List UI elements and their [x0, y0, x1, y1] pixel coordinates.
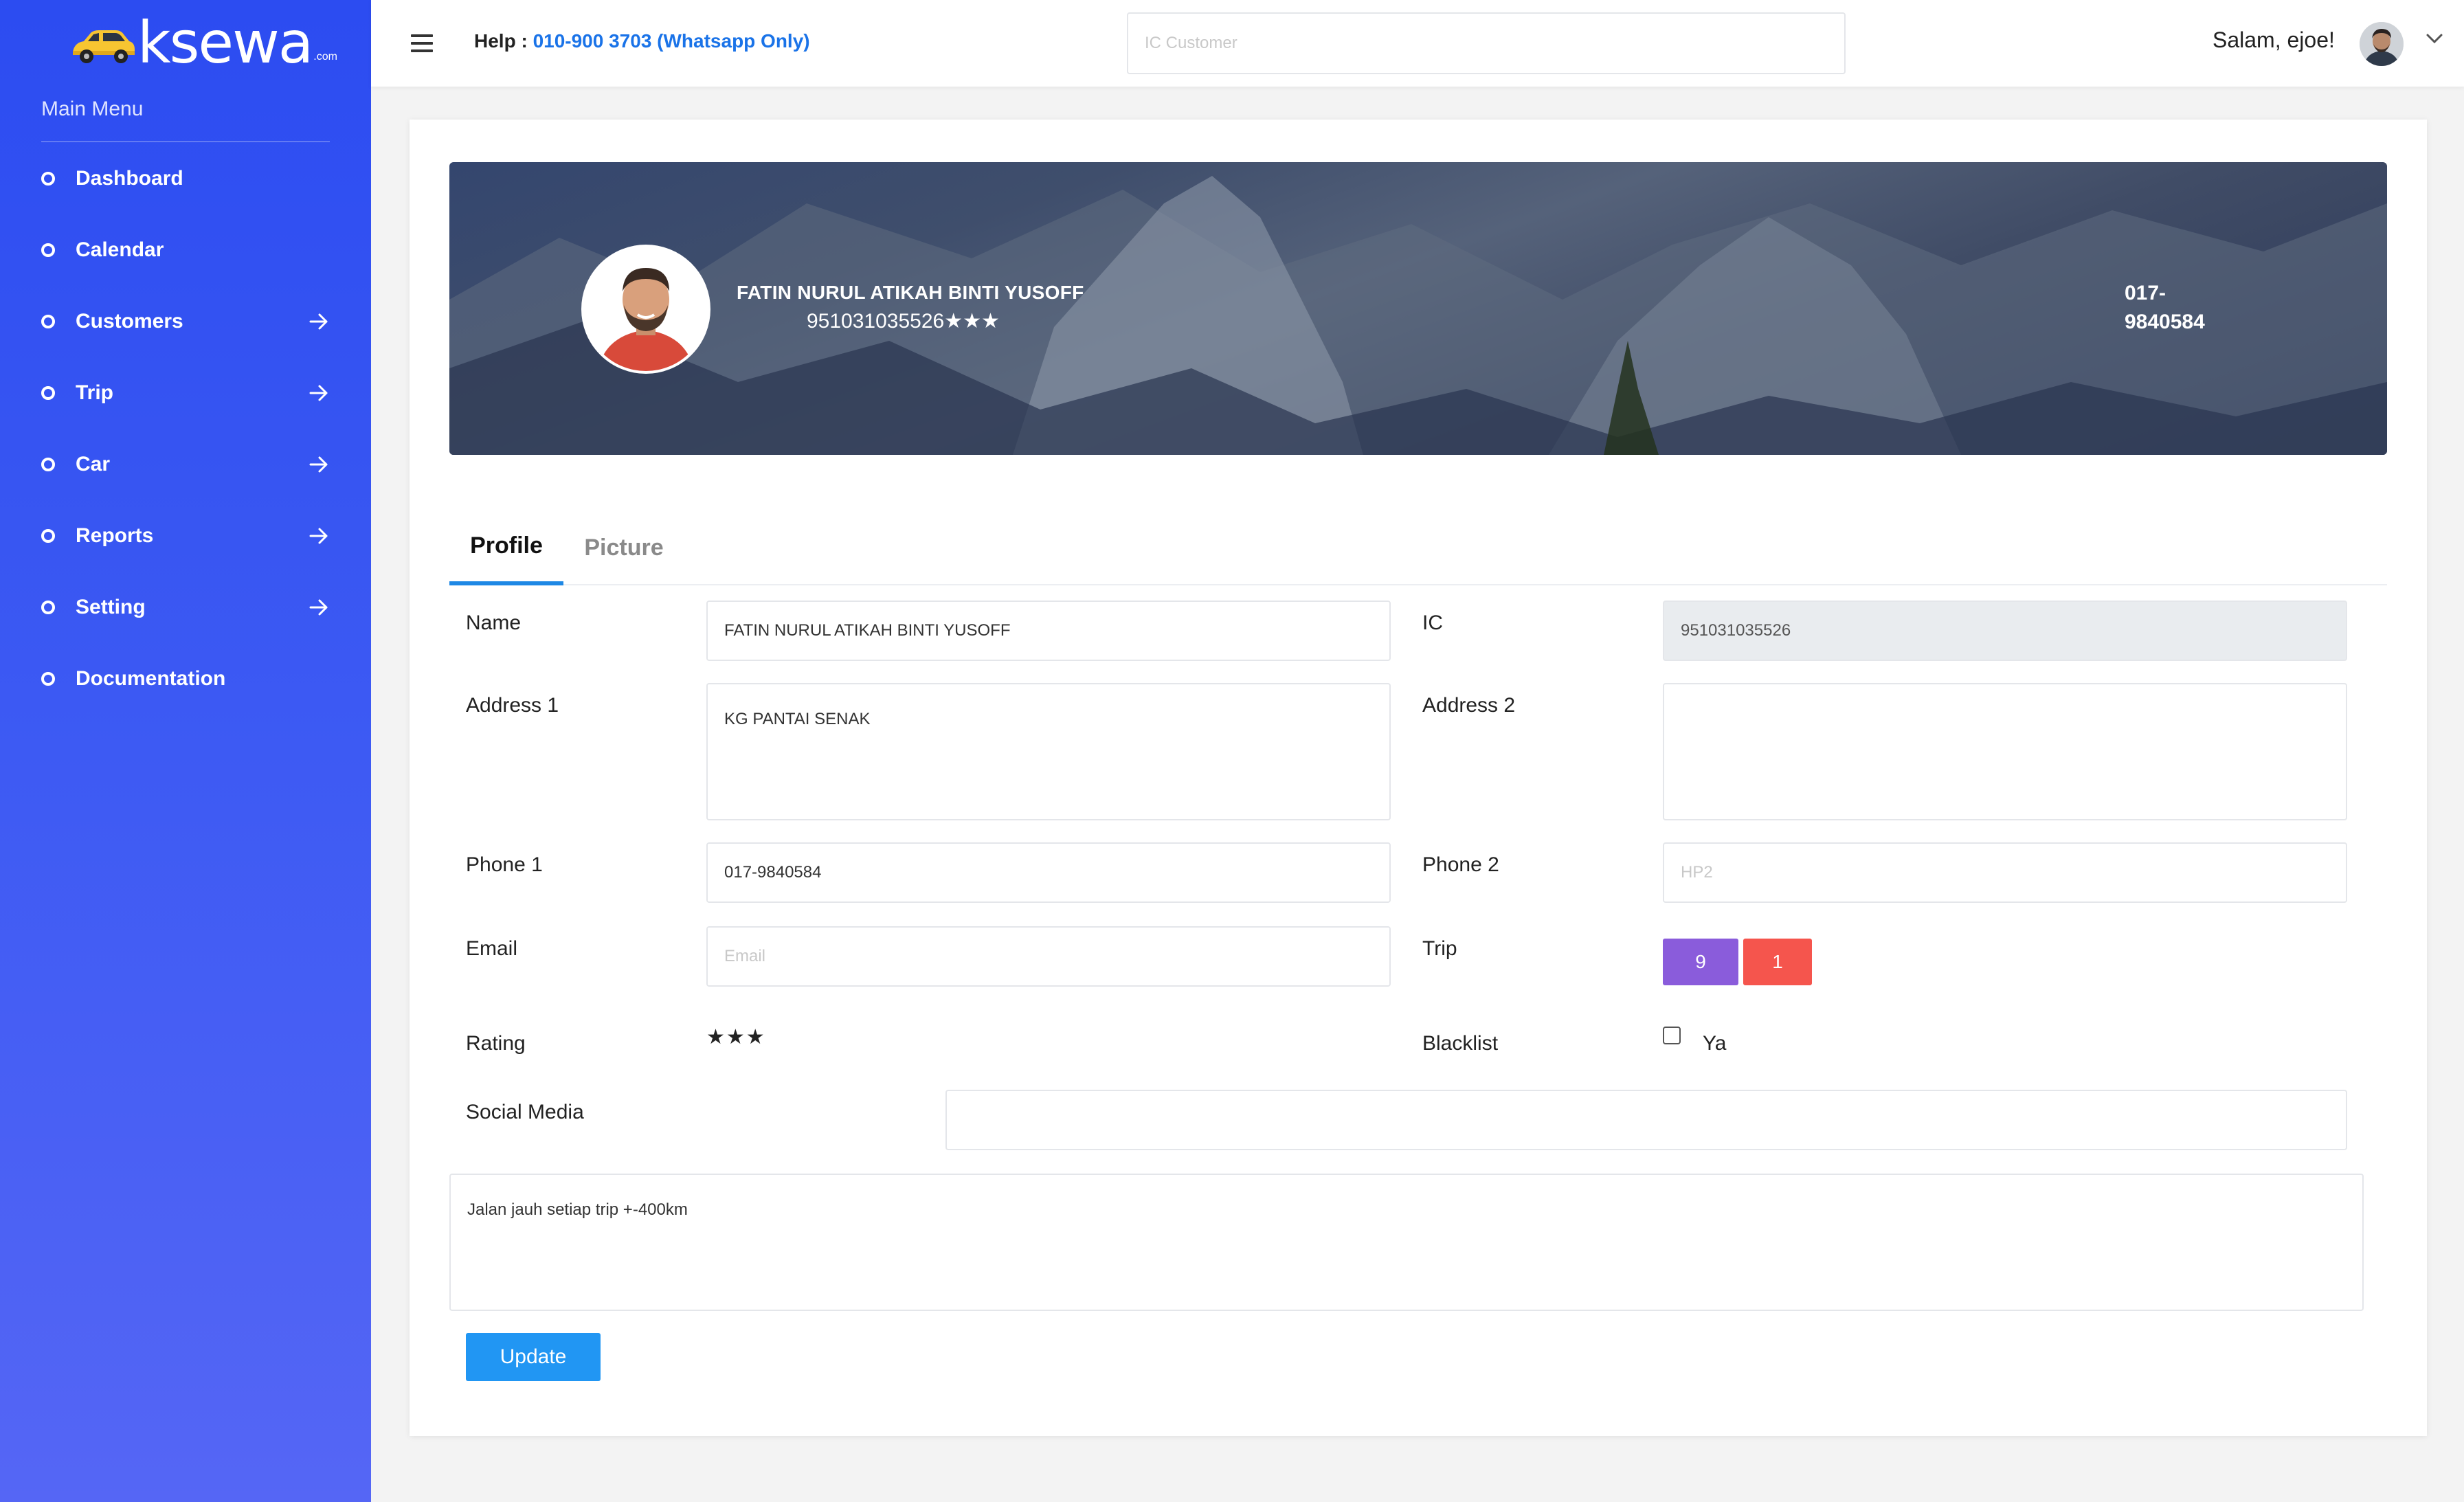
- arrow-right-icon: [309, 456, 328, 473]
- circle-bullet-icon: [41, 386, 55, 400]
- rating-label: Rating: [466, 1032, 526, 1055]
- email-label: Email: [466, 937, 518, 960]
- ic-label: IC: [1422, 612, 1443, 634]
- trip-count-badge-primary[interactable]: 9: [1663, 939, 1738, 985]
- help-phone-link[interactable]: 010-900 3703 (Whatsapp Only): [533, 30, 810, 52]
- trip-label: Trip: [1422, 937, 1457, 960]
- name-label: Name: [466, 612, 522, 634]
- brand-suffix: .com: [313, 51, 337, 63]
- hamburger-icon[interactable]: [411, 34, 433, 52]
- trip-count-badge-secondary[interactable]: 1: [1743, 939, 1812, 985]
- arrow-right-icon: [309, 385, 328, 401]
- chevron-down-icon[interactable]: [2426, 32, 2443, 45]
- sidebar-item-label: Customers: [76, 310, 183, 333]
- customer-avatar: [581, 245, 710, 374]
- blacklist-label: Blacklist: [1422, 1032, 1499, 1055]
- circle-bullet-icon: [41, 672, 55, 686]
- mountain-background-image: [449, 176, 2387, 455]
- tab-profile[interactable]: Profile: [449, 510, 563, 585]
- email-field[interactable]: [706, 926, 1391, 987]
- help-label: Help :: [474, 30, 533, 52]
- topbar: Help : 010-900 3703 (Whatsapp Only) Sala…: [371, 0, 2464, 87]
- arrow-right-icon: [309, 313, 328, 330]
- sidebar-item-trip[interactable]: Trip: [41, 372, 330, 414]
- user-greeting: Salam, ejoe!: [2213, 27, 2335, 52]
- sidebar: ksewa .com Main Menu Dashboard Calendar …: [0, 0, 371, 1502]
- brand-name: ksewa: [137, 9, 313, 76]
- customer-profile-card: FATIN NURUL ATIKAH BINTI YUSOFF 95103103…: [410, 120, 2427, 1436]
- social-media-field[interactable]: [945, 1090, 2347, 1150]
- notes-field[interactable]: Jalan jauh setiap trip +-400km: [449, 1174, 2364, 1311]
- sidebar-item-dashboard[interactable]: Dashboard: [41, 158, 330, 199]
- sidebar-item-reports[interactable]: Reports: [41, 515, 330, 557]
- address1-field[interactable]: KG PANTAI SENAK: [706, 683, 1391, 820]
- circle-bullet-icon: [41, 601, 55, 614]
- circle-bullet-icon: [41, 172, 55, 186]
- circle-bullet-icon: [41, 315, 55, 328]
- customer-phone: 017-9840584: [2125, 282, 2205, 333]
- profile-banner: FATIN NURUL ATIKAH BINTI YUSOFF 95103103…: [449, 162, 2387, 455]
- customer-ic-rating: 951031035526★★★: [807, 310, 1000, 333]
- phone1-label: Phone 1: [466, 853, 543, 876]
- address2-field[interactable]: [1663, 683, 2347, 820]
- user-avatar[interactable]: [2360, 22, 2404, 66]
- sidebar-item-car[interactable]: Car: [41, 444, 330, 485]
- sidebar-item-customers[interactable]: Customers: [41, 301, 330, 342]
- arrow-right-icon: [309, 528, 328, 544]
- address2-label: Address 2: [1422, 694, 1516, 717]
- blacklist-option-label: Ya: [1703, 1032, 1727, 1055]
- phone2-field[interactable]: [1663, 842, 2347, 903]
- sidebar-item-calendar[interactable]: Calendar: [41, 229, 330, 271]
- sidebar-item-label: Car: [76, 453, 111, 475]
- sidebar-item-label: Reports: [76, 524, 154, 547]
- sidebar-item-documentation[interactable]: Documentation: [41, 658, 330, 699]
- ic-field[interactable]: [1663, 601, 2347, 661]
- customer-avatar-image: [584, 247, 708, 371]
- phone2-label: Phone 2: [1422, 853, 1499, 876]
- rating-stars: ★★★: [706, 1026, 766, 1049]
- customer-name: FATIN NURUL ATIKAH BINTI YUSOFF: [737, 282, 1084, 303]
- address1-label: Address 1: [466, 694, 559, 717]
- name-field[interactable]: [706, 601, 1391, 661]
- circle-bullet-icon: [41, 529, 55, 543]
- sidebar-item-label: Calendar: [76, 238, 164, 261]
- social-media-label: Social Media: [466, 1101, 584, 1123]
- sidebar-item-label: Trip: [76, 381, 114, 404]
- menu-divider: [41, 141, 330, 142]
- arrow-right-icon: [309, 599, 328, 616]
- brand-logo[interactable]: ksewa .com: [67, 9, 337, 76]
- menu-section-title: Main Menu: [41, 98, 144, 120]
- sidebar-item-label: Documentation: [76, 667, 226, 690]
- update-button[interactable]: Update: [466, 1333, 601, 1381]
- circle-bullet-icon: [41, 243, 55, 257]
- phone1-field[interactable]: [706, 842, 1391, 903]
- circle-bullet-icon: [41, 458, 55, 471]
- profile-tabs: Profile Picture: [449, 510, 2387, 585]
- help-contact: Help : 010-900 3703 (Whatsapp Only): [474, 30, 810, 52]
- user-avatar-image: [2360, 22, 2404, 66]
- blacklist-checkbox[interactable]: [1663, 1027, 1681, 1044]
- sidebar-item-label: Dashboard: [76, 167, 183, 190]
- sidebar-item-setting[interactable]: Setting: [41, 587, 330, 628]
- tab-picture[interactable]: Picture: [563, 510, 684, 585]
- customer-search-input[interactable]: [1127, 12, 1846, 74]
- car-logo-icon: [73, 30, 135, 63]
- sidebar-item-label: Setting: [76, 596, 146, 618]
